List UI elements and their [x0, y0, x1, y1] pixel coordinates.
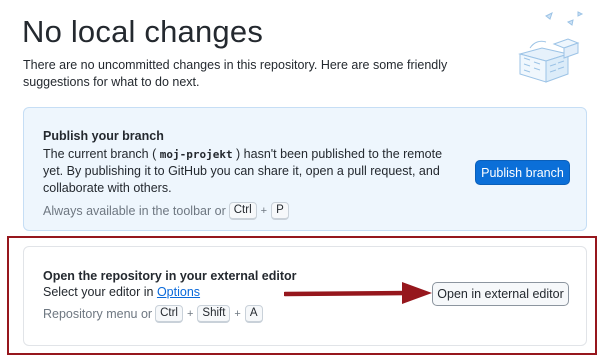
blankslate-illustration-icon — [518, 11, 584, 83]
open-external-editor-button[interactable]: Open in external editor — [432, 282, 569, 306]
kbd-plus: + — [234, 308, 241, 320]
editor-card-description: Select your editor in Options — [43, 284, 200, 301]
kbd-p: P — [271, 202, 289, 220]
publish-branch-button[interactable]: Publish branch — [475, 160, 570, 185]
open-editor-card: Open the repository in your external edi… — [23, 246, 587, 346]
editor-desc-prefix: Select your editor in — [43, 285, 157, 299]
kbd-ctrl: Ctrl — [155, 305, 183, 323]
kbd-a: A — [244, 305, 263, 323]
publish-card-title: Publish your branch — [43, 129, 164, 143]
publish-shortcut-hint: Always available in the toolbar or Ctrl … — [43, 202, 290, 220]
kbd-ctrl: Ctrl — [228, 202, 257, 220]
publish-card-description: The current branch ( moj-projekt ) hasn'… — [43, 146, 458, 197]
kbd-plus: + — [186, 308, 194, 320]
publish-desc-prefix: The current branch ( — [43, 147, 160, 161]
page-subtitle: There are no uncommitted changes in this… — [23, 58, 448, 89]
editor-card-title: Open the repository in your external edi… — [43, 269, 297, 283]
branch-name: moj-projekt — [159, 148, 233, 161]
publish-branch-card: Publish your branch The current branch (… — [23, 107, 587, 231]
page-title: No local changes — [22, 14, 264, 49]
editor-shortcut-hint: Repository menu or Ctrl + Shift + A — [43, 305, 264, 323]
kbd-shift: Shift — [197, 305, 231, 323]
publish-hint-text: Always available in the toolbar or — [43, 204, 226, 218]
kbd-plus: + — [260, 205, 268, 217]
editor-hint-text: Repository menu or — [43, 307, 153, 321]
options-link[interactable]: Options — [157, 285, 200, 299]
